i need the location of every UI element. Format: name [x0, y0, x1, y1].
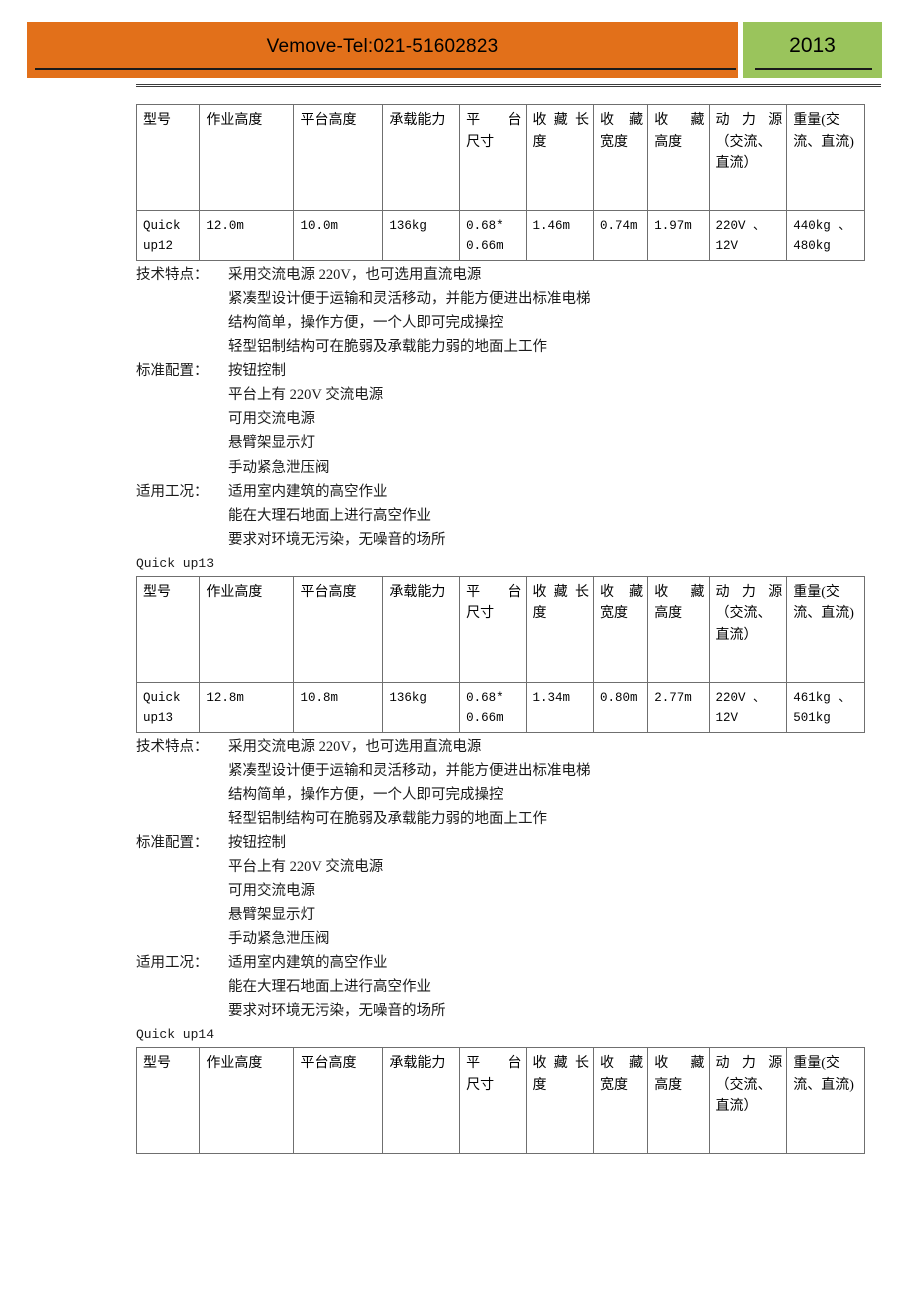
th-work-height: 作业高度 [199, 1047, 295, 1155]
th-model: 型号 [135, 575, 201, 683]
th-stow-width: 收 藏 宽度 [592, 1047, 649, 1155]
td-model: Quick up12 [135, 210, 201, 261]
table-row: Quick up12 12.0m 10.0m 136kg 0.68* 0.66m… [135, 210, 865, 261]
note-group-standard-config: 标准配置： 按钮控制 平台上有 220V 交流电源 可用交流电源 悬臂架显示灯 … [136, 359, 876, 479]
note-label: 标准配置： [136, 363, 209, 380]
td-platform-height: 10.0m [293, 210, 384, 261]
page-header: Vemove-Tel:021-51602823 2013 [0, 0, 920, 100]
table-header-row: 型号 作业高度 平台高度 承载能力 平 台 尺寸 收 藏 长 度 收 藏 宽度 … [135, 1047, 865, 1155]
th-power-source: 动 力 源 （交流、 直流） [708, 575, 788, 683]
td-work-height: 12.8m [199, 681, 295, 733]
th-capacity: 承载能力 [382, 1047, 461, 1155]
note-label: 技术特点： [136, 267, 209, 283]
td-model: Quick up13 [135, 681, 201, 733]
note-group-tech-features: 技术特点： 采用交流电源 220V，也可选用直流电源 紧凑型设计便于运输和灵活移… [136, 735, 876, 831]
th-stow-height: 收 藏 高度 [647, 1047, 710, 1155]
note-lines: 按钮控制 平台上有 220V 交流电源 可用交流电源 悬臂架显示灯 手动紧急泄压… [228, 834, 384, 948]
document-body: 型号 作业高度 平台高度 承载能力 平 台 尺寸 收 藏 长 度 收 藏 宽度 … [0, 104, 920, 1155]
td-capacity: 136kg [382, 210, 461, 261]
notes-quickup13: 技术特点： 采用交流电源 220V，也可选用直流电源 紧凑型设计便于运输和灵活移… [136, 735, 876, 1024]
td-weight: 461kg 、 501kg [786, 681, 865, 733]
th-capacity: 承载能力 [382, 104, 461, 211]
td-stow-height: 1.97m [647, 210, 710, 261]
note-group-tech-features: 技术特点： 采用交流电源 220V，也可选用直流电源 紧凑型设计便于运输和灵活移… [136, 263, 876, 359]
header-rule [136, 84, 881, 87]
th-stow-width: 收 藏 宽度 [592, 575, 649, 683]
th-model: 型号 [135, 104, 201, 211]
model-caption-quickup14: Quick up14 [136, 1027, 215, 1043]
note-lines: 采用交流电源 220V，也可选用直流电源 紧凑型设计便于运输和灵活移动，并能方便… [228, 267, 591, 356]
note-lines: 按钮控制 平台上有 220V 交流电源 可用交流电源 悬臂架显示灯 手动紧急泄压… [228, 363, 384, 476]
td-power-source: 220V 、 12V [708, 210, 788, 261]
year-label: 2013 [789, 34, 836, 57]
table-row: Quick up13 12.8m 10.8m 136kg 0.68* 0.66m… [135, 681, 865, 733]
th-stow-height: 收 藏 高度 [647, 575, 710, 683]
note-label: 适用工况： [136, 955, 209, 972]
td-stow-width: 0.80m [592, 681, 649, 733]
th-platform-height: 平台高度 [293, 1047, 384, 1155]
th-power-source: 动 力 源 （交流、 直流） [708, 1047, 788, 1155]
model-caption-quickup13: Quick up13 [136, 555, 215, 571]
td-stow-width: 0.74m [592, 210, 649, 261]
notes-quickup12: 技术特点： 采用交流电源 220V，也可选用直流电源 紧凑型设计便于运输和灵活移… [136, 263, 876, 552]
th-model: 型号 [135, 1047, 201, 1155]
th-stow-length: 收 藏 长 度 [525, 575, 595, 683]
th-stow-length: 收 藏 长 度 [525, 104, 595, 211]
th-platform-size: 平 台 尺寸 [459, 1047, 527, 1155]
th-stow-width: 收 藏 宽度 [592, 104, 649, 211]
note-group-standard-config: 标准配置： 按钮控制 平台上有 220V 交流电源 可用交流电源 悬臂架显示灯 … [136, 831, 876, 951]
spec-table-quickup14: 型号 作业高度 平台高度 承载能力 平 台 尺寸 收 藏 长 度 收 藏 宽度 … [135, 1047, 865, 1155]
td-weight: 440kg 、 480kg [786, 210, 865, 261]
td-platform-height: 10.8m [293, 681, 384, 733]
note-label: 适用工况： [136, 483, 209, 500]
td-stow-height: 2.77m [647, 681, 710, 733]
note-lines: 适用室内建筑的高空作业 能在大理石地面上进行高空作业 要求对环境无污染，无噪音的… [228, 955, 446, 1020]
spec-table-quickup13: 型号 作业高度 平台高度 承载能力 平 台 尺寸 收 藏 长 度 收 藏 宽度 … [135, 575, 865, 733]
th-weight: 重量(交 流、直流) [786, 1047, 865, 1155]
header-banner-green: 2013 [743, 22, 882, 78]
note-label: 技术特点： [136, 738, 209, 755]
td-stow-length: 1.46m [525, 210, 595, 261]
note-label: 标准配置： [136, 834, 209, 851]
th-capacity: 承载能力 [382, 575, 461, 683]
table-header-row: 型号 作业高度 平台高度 承载能力 平 台 尺寸 收 藏 长 度 收 藏 宽度 … [135, 575, 865, 683]
td-platform-size: 0.68* 0.66m [459, 210, 527, 261]
th-weight: 重量(交 流、直流) [786, 575, 865, 683]
th-work-height: 作业高度 [199, 575, 295, 683]
note-group-applicable-conditions: 适用工况： 适用室内建筑的高空作业 能在大理石地面上进行高空作业 要求对环境无污… [136, 480, 876, 552]
th-work-height: 作业高度 [199, 104, 295, 211]
header-banner: Vemove-Tel:021-51602823 2013 [27, 22, 882, 78]
th-power-source: 动 力 源 （交流、 直流） [708, 104, 788, 211]
th-platform-height: 平台高度 [293, 575, 384, 683]
header-banner-orange: Vemove-Tel:021-51602823 [27, 22, 738, 78]
td-capacity: 136kg [382, 681, 461, 733]
th-stow-length: 收 藏 长 度 [525, 1047, 595, 1155]
th-stow-height: 收 藏 高度 [647, 104, 710, 211]
note-lines: 适用室内建筑的高空作业 能在大理石地面上进行高空作业 要求对环境无污染，无噪音的… [228, 483, 446, 548]
company-contact-text: Vemove-Tel:021-51602823 [266, 36, 499, 57]
th-weight: 重量(交 流、直流) [786, 104, 865, 211]
td-work-height: 12.0m [199, 210, 295, 261]
th-platform-height: 平台高度 [293, 104, 384, 211]
table-header-row: 型号 作业高度 平台高度 承载能力 平 台 尺寸 收 藏 长 度 收 藏 宽度 … [135, 104, 865, 211]
td-stow-length: 1.34m [525, 681, 595, 733]
note-group-applicable-conditions: 适用工况： 适用室内建筑的高空作业 能在大理石地面上进行高空作业 要求对环境无污… [136, 951, 876, 1023]
td-power-source: 220V 、 12V [708, 681, 788, 733]
note-lines: 采用交流电源 220V，也可选用直流电源 紧凑型设计便于运输和灵活移动，并能方便… [228, 738, 591, 827]
th-platform-size: 平 台 尺寸 [459, 575, 527, 683]
th-platform-size: 平 台 尺寸 [459, 104, 527, 211]
td-platform-size: 0.68* 0.66m [459, 681, 527, 733]
spec-table-quickup12: 型号 作业高度 平台高度 承载能力 平 台 尺寸 收 藏 长 度 收 藏 宽度 … [135, 104, 865, 261]
